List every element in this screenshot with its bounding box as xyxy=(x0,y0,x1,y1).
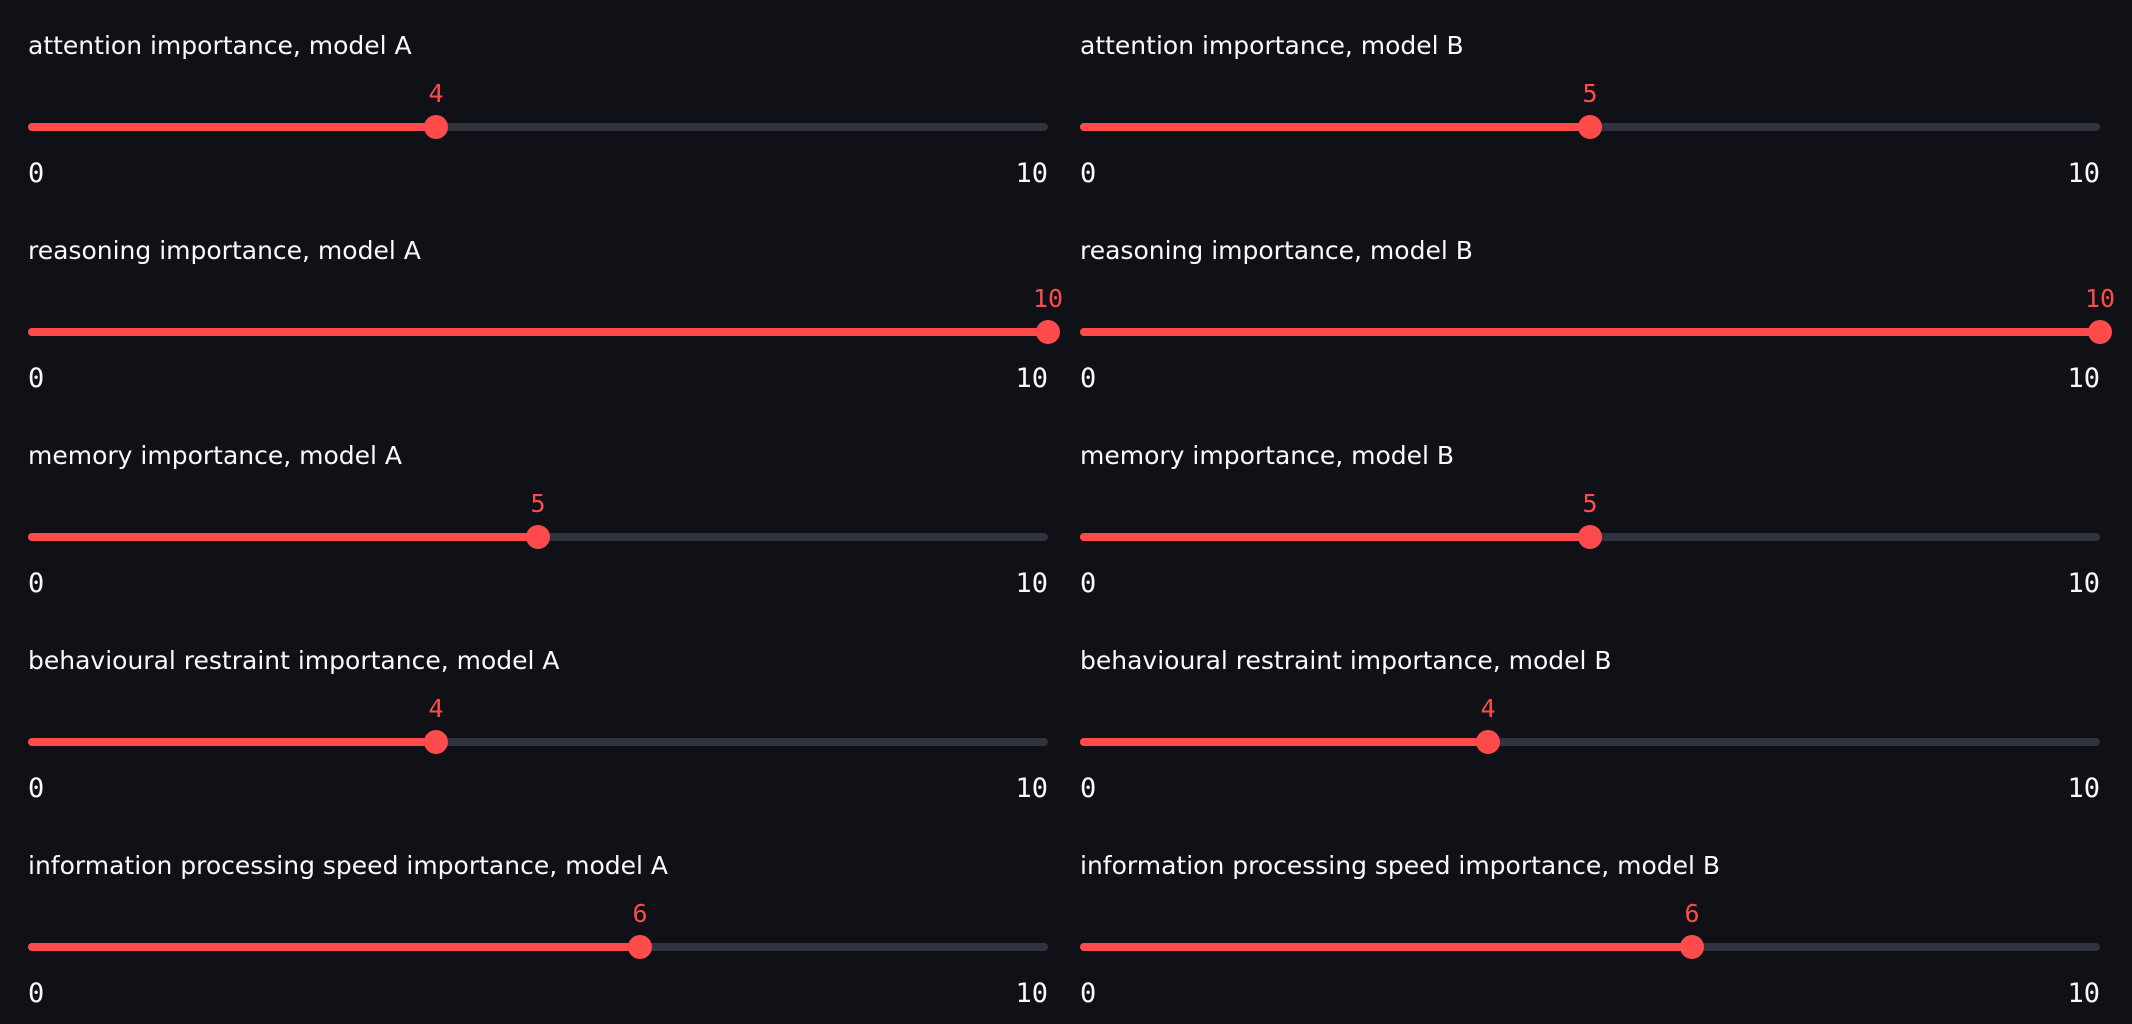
slider-track[interactable] xyxy=(1080,328,2100,336)
slider-value: 4 xyxy=(1480,694,1496,723)
slider-value: 5 xyxy=(530,489,546,518)
slider-fill xyxy=(28,533,538,541)
slider-fill xyxy=(28,738,436,746)
slider-max-label: 10 xyxy=(2067,978,2100,1009)
slider-min-label: 0 xyxy=(28,773,45,804)
slider-track[interactable] xyxy=(1080,738,2100,746)
slider-reasoning-model-a[interactable]: reasoning importance, model A 10 0 10 xyxy=(28,205,1063,394)
slider-thumb[interactable] xyxy=(1036,320,1060,344)
slider-min-label: 0 xyxy=(1080,773,1097,804)
slider-fill xyxy=(1080,738,1488,746)
slider-label: information processing speed importance,… xyxy=(28,851,669,880)
slider-max-label: 10 xyxy=(2067,158,2100,189)
slider-max-label: 10 xyxy=(1015,363,1048,394)
slider-behavioural-restraint-model-a[interactable]: behavioural restraint importance, model … xyxy=(28,615,1048,804)
slider-attention-model-a[interactable]: attention importance, model A 4 0 10 xyxy=(28,0,1048,189)
slider-label: information processing speed importance,… xyxy=(1080,851,1721,880)
slider-value: 6 xyxy=(632,899,648,928)
slider-fill xyxy=(1080,943,1692,951)
slider-min-label: 0 xyxy=(28,568,45,599)
slider-label: reasoning importance, model B xyxy=(1080,236,1473,265)
slider-track[interactable] xyxy=(28,328,1048,336)
slider-value: 10 xyxy=(1032,284,1064,313)
slider-fill xyxy=(1080,123,1590,131)
slider-memory-model-b[interactable]: memory importance, model B 5 0 10 xyxy=(1080,410,2100,599)
slider-reasoning-model-b[interactable]: reasoning importance, model B 10 0 10 xyxy=(1080,205,2115,394)
slider-min-label: 0 xyxy=(1080,568,1097,599)
slider-min-label: 0 xyxy=(1080,363,1097,394)
slider-value: 5 xyxy=(1582,489,1598,518)
slider-max-label: 10 xyxy=(1015,568,1048,599)
slider-label: attention importance, model A xyxy=(28,31,412,60)
slider-fill xyxy=(28,123,436,131)
slider-min-label: 0 xyxy=(1080,978,1097,1009)
slider-track[interactable] xyxy=(28,123,1048,131)
slider-fill xyxy=(28,328,1048,336)
slider-max-label: 10 xyxy=(2067,568,2100,599)
slider-thumb[interactable] xyxy=(1680,935,1704,959)
slider-grid: attention importance, model A 4 0 10 att… xyxy=(0,0,2132,1024)
slider-memory-model-a[interactable]: memory importance, model A 5 0 10 xyxy=(28,410,1048,599)
slider-max-label: 10 xyxy=(1015,158,1048,189)
slider-label: memory importance, model B xyxy=(1080,441,1455,470)
slider-label: memory importance, model A xyxy=(28,441,403,470)
slider-label: attention importance, model B xyxy=(1080,31,1464,60)
slider-thumb[interactable] xyxy=(2088,320,2112,344)
slider-max-label: 10 xyxy=(2067,773,2100,804)
slider-thumb[interactable] xyxy=(424,730,448,754)
slider-thumb[interactable] xyxy=(1578,525,1602,549)
slider-track[interactable] xyxy=(28,943,1048,951)
slider-value: 10 xyxy=(2084,284,2116,313)
slider-thumb[interactable] xyxy=(1578,115,1602,139)
slider-attention-model-b[interactable]: attention importance, model B 5 0 10 xyxy=(1080,0,2100,189)
slider-fill xyxy=(1080,328,2100,336)
slider-track[interactable] xyxy=(1080,943,2100,951)
slider-fill xyxy=(1080,533,1590,541)
slider-value: 4 xyxy=(428,694,444,723)
slider-max-label: 10 xyxy=(1015,978,1048,1009)
slider-thumb[interactable] xyxy=(526,525,550,549)
slider-value: 5 xyxy=(1582,79,1598,108)
slider-value: 4 xyxy=(428,79,444,108)
slider-information-processing-speed-model-b[interactable]: information processing speed importance,… xyxy=(1080,820,2100,1009)
slider-label: behavioural restraint importance, model … xyxy=(28,646,560,675)
slider-track[interactable] xyxy=(28,738,1048,746)
slider-max-label: 10 xyxy=(2067,363,2100,394)
slider-label: behavioural restraint importance, model … xyxy=(1080,646,1612,675)
slider-min-label: 0 xyxy=(28,158,45,189)
slider-min-label: 0 xyxy=(1080,158,1097,189)
slider-thumb[interactable] xyxy=(1476,730,1500,754)
slider-information-processing-speed-model-a[interactable]: information processing speed importance,… xyxy=(28,820,1048,1009)
slider-min-label: 0 xyxy=(28,363,45,394)
slider-value: 6 xyxy=(1684,899,1700,928)
slider-max-label: 10 xyxy=(1015,773,1048,804)
slider-label: reasoning importance, model A xyxy=(28,236,421,265)
slider-thumb[interactable] xyxy=(424,115,448,139)
slider-behavioural-restraint-model-b[interactable]: behavioural restraint importance, model … xyxy=(1080,615,2100,804)
slider-thumb[interactable] xyxy=(628,935,652,959)
slider-fill xyxy=(28,943,640,951)
slider-min-label: 0 xyxy=(28,978,45,1009)
